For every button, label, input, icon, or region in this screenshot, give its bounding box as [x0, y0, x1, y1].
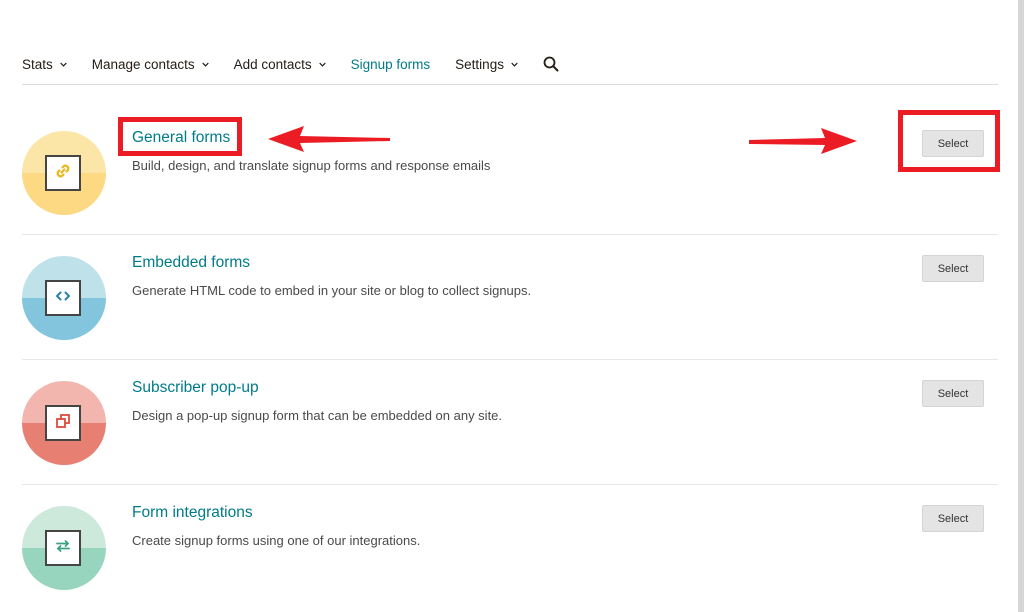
- chevron-down-icon: [201, 61, 209, 68]
- popup-icon: [54, 412, 72, 435]
- subscriber-popup-illustration: [22, 381, 106, 465]
- general-forms-illustration: [22, 131, 106, 215]
- nav-stats-label: Stats: [22, 56, 53, 72]
- subscriber-popup-description: Design a pop-up signup form that can be …: [132, 408, 503, 423]
- embedded-forms-link[interactable]: Embedded forms: [132, 254, 250, 272]
- highlight-box-general-forms: [118, 117, 242, 156]
- right-arrow-annotation: [749, 128, 857, 154]
- form-integrations-illustration: [22, 506, 106, 590]
- general-forms-description: Build, design, and translate signup form…: [132, 158, 491, 173]
- chevron-down-icon: [511, 61, 518, 68]
- nav-add-contacts[interactable]: Add contacts: [234, 57, 326, 72]
- left-arrow-annotation: [268, 126, 390, 152]
- nav-add-contacts-label: Add contacts: [233, 56, 312, 72]
- form-integrations-link[interactable]: Form integrations: [132, 504, 253, 522]
- nav-settings-label: Settings: [455, 56, 504, 72]
- embedded-forms-illustration: [22, 256, 106, 340]
- chevron-down-icon: [318, 61, 326, 68]
- code-icon: [54, 287, 72, 310]
- subscriber-popup-select-button[interactable]: Select: [922, 380, 984, 407]
- nav-settings[interactable]: Settings: [455, 57, 518, 72]
- nav-signup-forms[interactable]: Signup forms: [351, 57, 431, 72]
- form-row-integrations: Form integrations Create signup forms us…: [22, 485, 998, 609]
- nav-manage-contacts[interactable]: Manage contacts: [92, 57, 209, 72]
- embedded-forms-description: Generate HTML code to embed in your site…: [132, 283, 532, 298]
- window-edge: [1018, 0, 1024, 612]
- nav-divider: [22, 84, 998, 85]
- swap-arrows-icon: [54, 537, 72, 560]
- subscriber-popup-link[interactable]: Subscriber pop-up: [132, 379, 259, 397]
- nav-signup-forms-label: Signup forms: [350, 56, 431, 72]
- embedded-forms-select-button[interactable]: Select: [922, 255, 984, 282]
- highlight-box-select-button: [898, 110, 1000, 172]
- top-nav: Stats Manage contacts Add contacts Signu…: [22, 52, 559, 76]
- search-icon[interactable]: [543, 56, 559, 72]
- nav-stats[interactable]: Stats: [22, 57, 67, 72]
- chevron-down-icon: [60, 61, 67, 68]
- form-integrations-select-button[interactable]: Select: [922, 505, 984, 532]
- link-icon: [54, 162, 72, 185]
- form-row-embedded: Embedded forms Generate HTML code to emb…: [22, 235, 998, 359]
- nav-manage-contacts-label: Manage contacts: [91, 56, 195, 72]
- form-integrations-description: Create signup forms using one of our int…: [132, 533, 421, 548]
- form-row-popup: Subscriber pop-up Design a pop-up signup…: [22, 360, 998, 484]
